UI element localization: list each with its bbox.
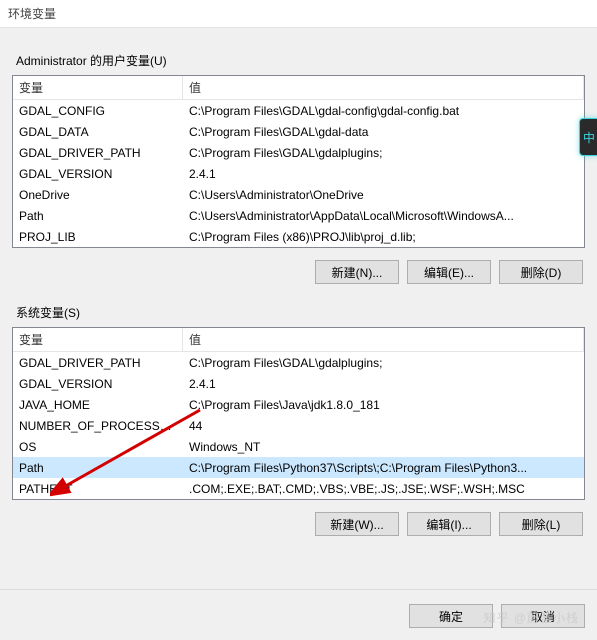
var-name: Path <box>13 209 183 223</box>
var-value: C:\Program Files\GDAL\gdalplugins; <box>183 356 584 370</box>
user-vars-buttons: 新建(N)... 编辑(E)... 删除(D) <box>12 248 585 290</box>
table-row[interactable]: PATHEXT.COM;.EXE;.BAT;.CMD;.VBS;.VBE;.JS… <box>13 478 584 499</box>
table-row[interactable]: OneDriveC:\Users\Administrator\OneDrive <box>13 184 584 205</box>
var-value: C:\Program Files (x86)\PROJ\lib\proj_d.l… <box>183 230 584 244</box>
table-row[interactable]: PathC:\Users\Administrator\AppData\Local… <box>13 205 584 226</box>
table-row[interactable]: JAVA_HOMEC:\Program Files\Java\jdk1.8.0_… <box>13 394 584 415</box>
system-vars-list[interactable]: 变量 值 GDAL_DRIVER_PATHC:\Program Files\GD… <box>12 327 585 500</box>
var-value: C:\Users\Administrator\AppData\Local\Mic… <box>183 209 584 223</box>
user-delete-button[interactable]: 删除(D) <box>499 260 583 284</box>
var-name: Path <box>13 461 183 475</box>
user-new-button[interactable]: 新建(N)... <box>315 260 399 284</box>
col-header-name[interactable]: 变量 <box>13 76 183 99</box>
var-name: NUMBER_OF_PROCESSORS <box>13 419 183 433</box>
var-value: C:\Users\Administrator\OneDrive <box>183 188 584 202</box>
var-value: 44 <box>183 419 584 433</box>
window-title: 环境变量 <box>0 0 597 28</box>
var-value: .COM;.EXE;.BAT;.CMD;.VBS;.VBE;.JS;.JSE;.… <box>183 482 584 496</box>
var-name: GDAL_DRIVER_PATH <box>13 356 183 370</box>
var-value: C:\Program Files\Python37\Scripts\;C:\Pr… <box>183 461 584 475</box>
var-name: OS <box>13 440 183 454</box>
var-name: GDAL_VERSION <box>13 167 183 181</box>
var-name: JAVA_HOME <box>13 398 183 412</box>
table-row[interactable]: GDAL_DRIVER_PATHC:\Program Files\GDAL\gd… <box>13 142 584 163</box>
col-header-value[interactable]: 值 <box>183 76 584 99</box>
ime-indicator[interactable]: 中 <box>579 118 597 156</box>
table-row[interactable]: GDAL_DATAC:\Program Files\GDAL\gdal-data <box>13 121 584 142</box>
table-row[interactable]: NUMBER_OF_PROCESSORS44 <box>13 415 584 436</box>
table-row[interactable]: GDAL_DRIVER_PATHC:\Program Files\GDAL\gd… <box>13 352 584 373</box>
user-vars-header: 变量 值 <box>13 76 584 100</box>
system-vars-header: 变量 值 <box>13 328 584 352</box>
var-name: PROJ_LIB <box>13 230 183 244</box>
table-row[interactable]: GDAL_VERSION2.4.1 <box>13 163 584 184</box>
system-vars-label: 系统变量(S) <box>16 304 585 321</box>
cancel-button[interactable]: 取消 <box>501 604 585 628</box>
user-vars-label: Administrator 的用户变量(U) <box>16 52 585 69</box>
var-name: PATHEXT <box>13 482 183 496</box>
user-edit-button[interactable]: 编辑(E)... <box>407 260 491 284</box>
var-name: OneDrive <box>13 188 183 202</box>
var-name: GDAL_DRIVER_PATH <box>13 146 183 160</box>
system-new-button[interactable]: 新建(W)... <box>315 512 399 536</box>
var-value: 2.4.1 <box>183 377 584 391</box>
dialog-body: Administrator 的用户变量(U) 变量 值 GDAL_CONFIGC… <box>0 28 597 542</box>
ok-button[interactable]: 确定 <box>409 604 493 628</box>
var-value: C:\Program Files\Java\jdk1.8.0_181 <box>183 398 584 412</box>
var-name: GDAL_CONFIG <box>13 104 183 118</box>
system-vars-buttons: 新建(W)... 编辑(I)... 删除(L) <box>12 500 585 542</box>
var-value: C:\Program Files\GDAL\gdal-data <box>183 125 584 139</box>
table-row[interactable]: PROJ_LIBC:\Program Files (x86)\PROJ\lib\… <box>13 226 584 247</box>
var-value: 2.4.1 <box>183 167 584 181</box>
table-row[interactable]: GDAL_CONFIGC:\Program Files\GDAL\gdal-co… <box>13 100 584 121</box>
var-name: GDAL_DATA <box>13 125 183 139</box>
system-delete-button[interactable]: 删除(L) <box>499 512 583 536</box>
col-header-value[interactable]: 值 <box>183 328 584 351</box>
var-name: GDAL_VERSION <box>13 377 183 391</box>
system-edit-button[interactable]: 编辑(I)... <box>407 512 491 536</box>
var-value: C:\Program Files\GDAL\gdal-config\gdal-c… <box>183 104 584 118</box>
table-row[interactable]: OSWindows_NT <box>13 436 584 457</box>
table-row[interactable]: PathC:\Program Files\Python37\Scripts\;C… <box>13 457 584 478</box>
var-value: C:\Program Files\GDAL\gdalplugins; <box>183 146 584 160</box>
var-value: Windows_NT <box>183 440 584 454</box>
table-row[interactable]: GDAL_VERSION2.4.1 <box>13 373 584 394</box>
col-header-name[interactable]: 变量 <box>13 328 183 351</box>
dialog-footer: 确定 取消 <box>0 589 597 640</box>
user-vars-list[interactable]: 变量 值 GDAL_CONFIGC:\Program Files\GDAL\gd… <box>12 75 585 248</box>
